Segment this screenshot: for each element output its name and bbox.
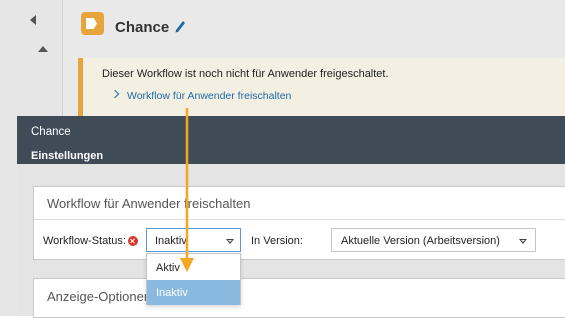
workflow-status-value: Inaktiv [155, 235, 187, 247]
version-label: In Version: [251, 235, 303, 247]
workflow-logo-icon [81, 12, 104, 35]
activate-panel-title: Workflow für Anwender freischalten [47, 196, 251, 211]
error-icon [128, 236, 138, 246]
collapse-left-icon[interactable] [30, 15, 36, 25]
workflow-status-select[interactable]: Inaktiv [146, 228, 241, 252]
pencil-icon[interactable] [173, 18, 187, 34]
notice-banner [78, 58, 565, 116]
caret-down-icon [226, 239, 234, 244]
version-select[interactable]: Aktuelle Version (Arbeitsversion) [331, 228, 536, 252]
display-options-title: Anzeige-Optionen [47, 289, 152, 304]
activate-workflow-link[interactable]: Workflow für Anwender freischalten [127, 90, 291, 102]
version-value: Aktuelle Version (Arbeitsversion) [341, 235, 500, 247]
dialog-subtitle: Einstellungen [31, 150, 104, 162]
workflow-status-label: Workflow-Status: [43, 235, 126, 247]
notice-text: Dieser Workflow ist noch nicht für Anwen… [102, 68, 389, 80]
status-dropdown-menu: Aktiv Inaktiv [146, 253, 241, 305]
page-title: Chance [115, 19, 170, 36]
caret-down-icon [519, 239, 527, 244]
option-inaktiv[interactable]: Inaktiv [147, 280, 240, 305]
option-aktiv[interactable]: Aktiv [147, 255, 240, 280]
scroll-up-icon[interactable] [38, 46, 48, 52]
dialog-title: Chance [31, 126, 71, 138]
